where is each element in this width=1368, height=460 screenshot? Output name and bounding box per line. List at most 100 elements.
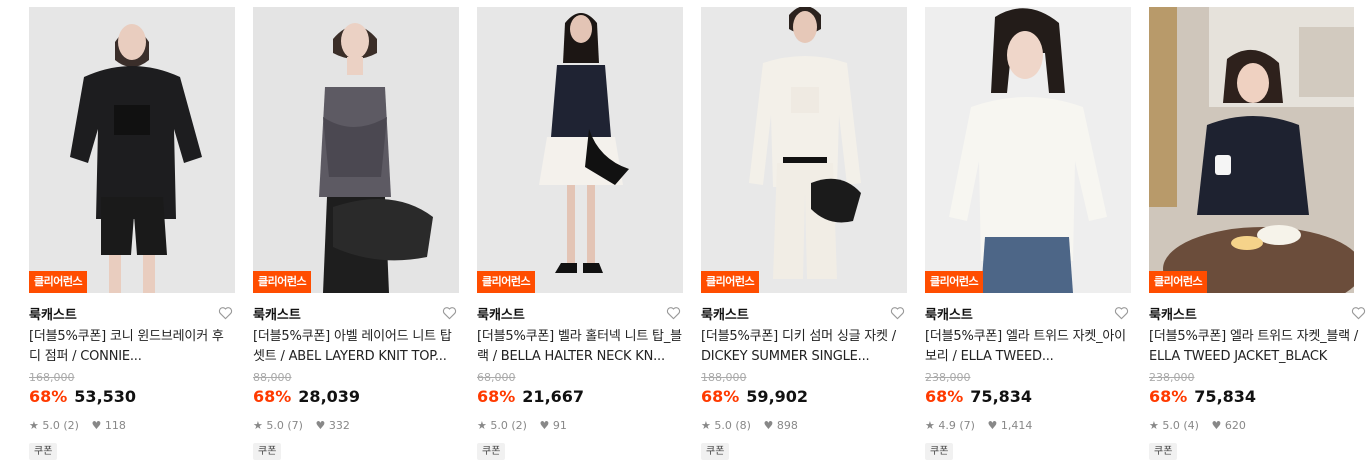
product-photo [925, 7, 1131, 293]
price-row: 68% 75,834 [1149, 386, 1368, 408]
star-icon: ★ [925, 419, 935, 432]
heart-outline-icon[interactable] [442, 306, 457, 320]
brand-name[interactable]: 룩캐스트 [925, 308, 973, 323]
review-meta: ★ 5.0 (2) ♥ 91 [477, 419, 683, 433]
product-name[interactable]: [더블5%쿠폰] 코니 윈드브레이커 후디 점퍼 / CONNIE... [29, 327, 235, 367]
like-count: 332 [328, 419, 350, 432]
product-name[interactable]: [더블5%쿠폰] 디키 섬머 싱글 자켓 / DICKEY SUMMER SIN… [701, 327, 907, 367]
rating: 5.0 (2) [42, 419, 79, 432]
review-meta: ★ 5.0 (4) ♥ 620 [1149, 419, 1368, 433]
star-icon: ★ [477, 419, 487, 432]
discount-rate: 68% [29, 387, 68, 406]
discount-rate: 68% [701, 387, 740, 406]
product-photo [701, 7, 907, 293]
review-meta: ★ 4.9 (7) ♥ 1,414 [925, 419, 1131, 433]
price-row: 68% 28,039 [253, 386, 459, 408]
rating: 5.0 (4) [1162, 419, 1199, 432]
clearance-badge: 클리어런스 [1149, 271, 1208, 293]
sale-price: 59,902 [746, 387, 809, 406]
product-card[interactable]: 클리어런스 룩캐스트 [더블5%쿠폰] 벨라 홀터넥 니트 탑_블랙 / BEL… [477, 7, 683, 460]
original-price: 188,000 [701, 371, 747, 384]
sale-price: 75,834 [1194, 387, 1257, 406]
coupon-tag: 쿠폰 [925, 443, 954, 460]
original-price: 68,000 [477, 371, 516, 384]
heart-outline-icon[interactable] [890, 306, 905, 320]
product-image[interactable]: 클리어런스 [1149, 7, 1354, 293]
like-count: 898 [776, 419, 798, 432]
product-image[interactable]: 클리어런스 [29, 7, 235, 293]
product-image[interactable]: 클리어런스 [925, 7, 1131, 293]
sale-price: 28,039 [298, 387, 361, 406]
heart-outline-icon[interactable] [1114, 306, 1129, 320]
price-row: 68% 21,667 [477, 386, 683, 408]
brand-name[interactable]: 룩캐스트 [701, 308, 749, 323]
heart-filled-icon: ♥ [1211, 419, 1222, 432]
heart-filled-icon: ♥ [91, 419, 102, 432]
sale-price: 21,667 [522, 387, 585, 406]
product-name[interactable]: [더블5%쿠폰] 엘라 트위드 자켓_블랙 / ELLA TWEED JACKE… [1149, 327, 1368, 367]
brand-row: 룩캐스트 [701, 304, 907, 323]
brand-name[interactable]: 룩캐스트 [29, 308, 77, 323]
product-name[interactable]: [더블5%쿠폰] 아벨 레이어드 니트 탑 셋트 / ABEL LAYERD K… [253, 327, 459, 367]
rating: 4.9 (7) [938, 419, 975, 432]
product-card[interactable]: 클리어런스 룩캐스트 [더블5%쿠폰] 코니 윈드브레이커 후디 점퍼 / CO… [29, 7, 235, 460]
discount-rate: 68% [253, 387, 292, 406]
like-count: 118 [104, 419, 126, 432]
brand-row: 룩캐스트 [29, 304, 235, 323]
coupon-tag: 쿠폰 [1149, 443, 1178, 460]
like-count: 620 [1224, 419, 1246, 432]
heart-filled-icon: ♥ [315, 419, 326, 432]
brand-name[interactable]: 룩캐스트 [253, 308, 301, 323]
product-image[interactable]: 클리어런스 [253, 7, 459, 293]
original-price: 238,000 [925, 371, 971, 384]
product-photo [29, 7, 235, 293]
product-photo [1149, 7, 1354, 293]
product-name[interactable]: [더블5%쿠폰] 벨라 홀터넥 니트 탑_블랙 / BELLA HALTER N… [477, 327, 683, 367]
price-row: 68% 53,530 [29, 386, 235, 408]
coupon-tag: 쿠폰 [477, 443, 506, 460]
heart-outline-icon[interactable] [1351, 306, 1366, 320]
original-price: 88,000 [253, 371, 292, 384]
star-icon: ★ [701, 419, 711, 432]
star-icon: ★ [1149, 419, 1159, 432]
product-card[interactable]: 클리어런스 룩캐스트 [더블5%쿠폰] 엘라 트위드 자켓_아이보리 / ELL… [925, 7, 1131, 460]
clearance-badge: 클리어런스 [477, 271, 536, 293]
review-meta: ★ 5.0 (2) ♥ 118 [29, 419, 235, 433]
product-grid: 클리어런스 룩캐스트 [더블5%쿠폰] 코니 윈드브레이커 후디 점퍼 / CO… [0, 0, 1368, 460]
original-price: 238,000 [1149, 371, 1195, 384]
sale-price: 53,530 [74, 387, 137, 406]
price-row: 68% 75,834 [925, 386, 1131, 408]
product-image[interactable]: 클리어런스 [477, 7, 683, 293]
coupon-tag: 쿠폰 [29, 443, 58, 460]
clearance-badge: 클리어런스 [253, 271, 312, 293]
clearance-badge: 클리어런스 [29, 271, 88, 293]
discount-rate: 68% [1149, 387, 1188, 406]
product-image[interactable]: 클리어런스 [701, 7, 907, 293]
price-row: 68% 59,902 [701, 386, 907, 408]
product-photo [253, 7, 459, 293]
original-price: 168,000 [29, 371, 75, 384]
heart-filled-icon: ♥ [763, 419, 774, 432]
clearance-badge: 클리어런스 [925, 271, 984, 293]
heart-outline-icon[interactable] [666, 306, 681, 320]
brand-name[interactable]: 룩캐스트 [477, 308, 525, 323]
heart-filled-icon: ♥ [539, 419, 550, 432]
coupon-tag: 쿠폰 [701, 443, 730, 460]
brand-row: 룩캐스트 [925, 304, 1131, 323]
brand-row: 룩캐스트 [477, 304, 683, 323]
brand-row: 룩캐스트 [253, 304, 459, 323]
star-icon: ★ [29, 419, 39, 432]
review-meta: ★ 5.0 (8) ♥ 898 [701, 419, 907, 433]
product-photo [477, 7, 683, 293]
product-card[interactable]: 클리어런스 룩캐스트 [더블5%쿠폰] 엘라 트위드 자켓_블랙 / ELLA … [1149, 7, 1368, 460]
product-card[interactable]: 클리어런스 룩캐스트 [더블5%쿠폰] 디키 섬머 싱글 자켓 / DICKEY… [701, 7, 907, 460]
brand-row: 룩캐스트 [1149, 304, 1368, 323]
rating: 5.0 (2) [490, 419, 527, 432]
product-name[interactable]: [더블5%쿠폰] 엘라 트위드 자켓_아이보리 / ELLA TWEED... [925, 327, 1131, 367]
rating: 5.0 (8) [714, 419, 751, 432]
star-icon: ★ [253, 419, 263, 432]
heart-outline-icon[interactable] [218, 306, 233, 320]
product-card[interactable]: 클리어런스 룩캐스트 [더블5%쿠폰] 아벨 레이어드 니트 탑 셋트 / AB… [253, 7, 459, 460]
heart-filled-icon: ♥ [987, 419, 998, 432]
brand-name[interactable]: 룩캐스트 [1149, 308, 1197, 323]
